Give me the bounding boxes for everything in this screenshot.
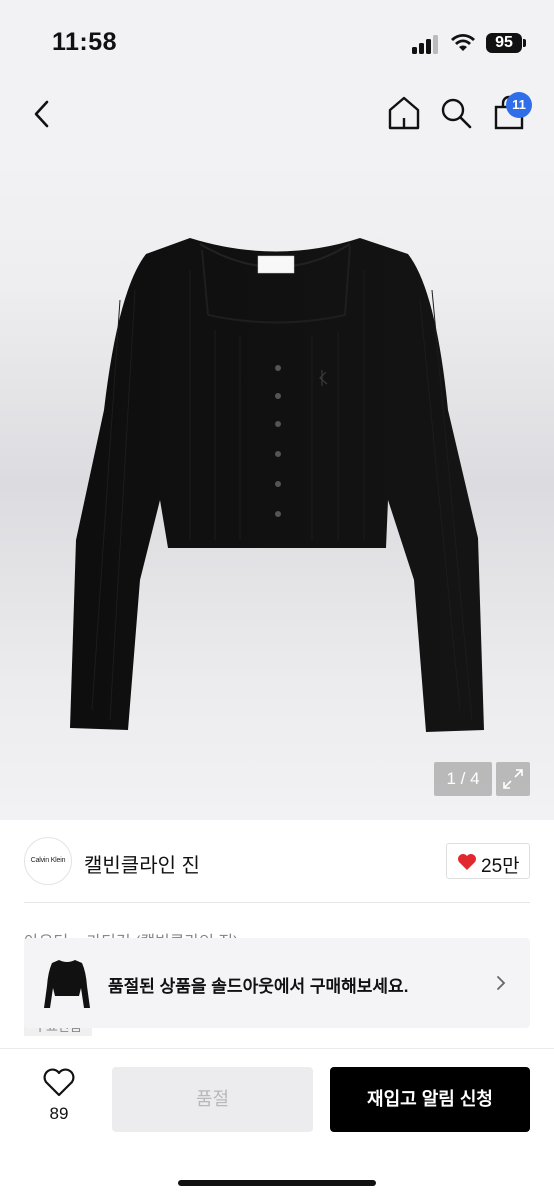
status-bar: 11:58 95: [0, 0, 554, 80]
product-thumbnail: [44, 960, 90, 1008]
brand-logo[interactable]: Calvin Klein: [24, 837, 72, 885]
signal-icon: [412, 34, 442, 54]
nav-bar: [0, 80, 554, 150]
chevron-left-icon[interactable]: [26, 96, 58, 132]
soldout-banner-text: 품절된 상품을 솔드아웃에서 구매해보세요.: [108, 977, 409, 996]
divider: [24, 902, 530, 903]
chevron-right-icon: [497, 976, 506, 990]
expand-icon[interactable]: [496, 762, 530, 796]
heart-filled-icon: [458, 854, 476, 870]
battery-nub: [523, 39, 526, 47]
heart-outline-icon[interactable]: [42, 1068, 76, 1098]
cart-badge: 11: [506, 92, 532, 118]
product-image: [70, 238, 484, 732]
product-image-gallery[interactable]: [0, 150, 554, 820]
battery-icon: 95: [486, 33, 522, 53]
status-time: 11:58: [52, 28, 118, 56]
soldout-button[interactable]: 품절: [112, 1067, 313, 1132]
home-indicator: [178, 1180, 376, 1186]
image-counter: 1 / 4: [434, 762, 492, 796]
soldout-banner[interactable]: 품절된 상품을 솔드아웃에서 구매해보세요.: [24, 938, 530, 1028]
brand-name[interactable]: 캘빈클라인 진: [84, 849, 200, 878]
bottom-bar-divider: [0, 1048, 554, 1049]
search-icon[interactable]: [438, 94, 474, 132]
brand-like-count: 25만: [481, 856, 520, 877]
home-icon[interactable]: [386, 94, 422, 132]
restock-alert-button[interactable]: 재입고 알림 신청: [330, 1067, 530, 1132]
brand-like-button[interactable]: 25만: [446, 843, 530, 879]
wifi-icon: [451, 34, 475, 51]
wish-count: 89: [49, 1104, 69, 1123]
